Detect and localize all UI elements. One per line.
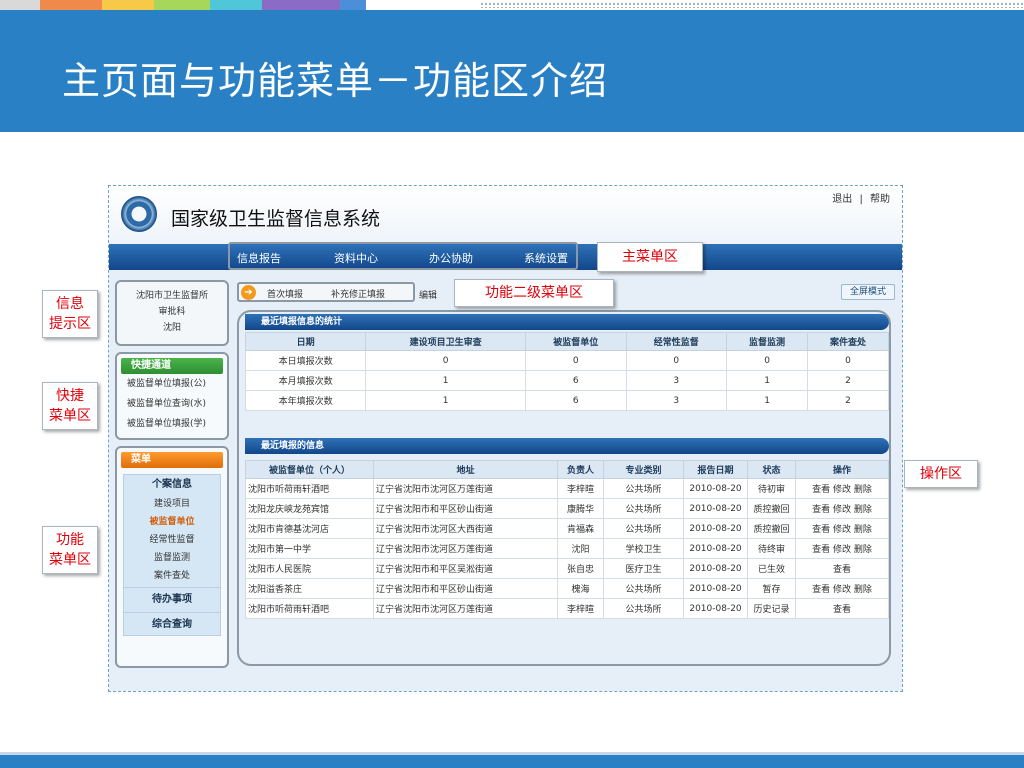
link-separator: |: [859, 194, 863, 205]
quick-item-3[interactable]: 被监督单位填报(学): [117, 414, 227, 434]
callout-info: 信息 提示区: [42, 290, 98, 338]
menu-group-case-info[interactable]: 个案信息: [124, 475, 220, 495]
dot-pattern: [480, 2, 1024, 8]
stripe-4: [154, 0, 210, 10]
menu-divider: [124, 587, 220, 588]
menu-group-query[interactable]: 综合查询: [124, 615, 220, 635]
stripe-2: [40, 0, 102, 10]
function-menu-title: 菜单: [121, 452, 223, 468]
info-box: 沈阳市卫生监督所 审批科 沈阳: [115, 280, 229, 346]
menu-group-todo[interactable]: 待办事项: [124, 590, 220, 610]
logout-link[interactable]: 退出: [832, 194, 852, 205]
app-header: 国家级卫生监督信息系统 退出 | 帮助: [109, 186, 902, 244]
callout-main-menu: 主菜单区: [597, 242, 703, 272]
app-body: 沈阳市卫生监督所 审批科 沈阳 快捷通道 被监督单位填报(公) 被监督单位查询(…: [109, 270, 902, 691]
callout-sub-menu: 功能二级菜单区: [454, 279, 614, 307]
callout-op: 操作区: [904, 460, 978, 488]
menu-item-construction[interactable]: 建设项目: [124, 495, 220, 513]
sub-menu-first-report[interactable]: 首次填报: [267, 287, 303, 300]
main-menu-office[interactable]: 办公协助: [429, 250, 473, 266]
menu-item-monitoring[interactable]: 监督监测: [124, 549, 220, 567]
callout-quick: 快捷 菜单区: [42, 382, 98, 430]
top-stripe-bar: [0, 0, 1024, 10]
stripe-3: [102, 0, 154, 10]
callout-func: 功能 菜单区: [42, 526, 98, 574]
emblem-icon: [121, 196, 157, 232]
menu-divider: [124, 612, 220, 613]
slide-bottom-bar: [0, 752, 1024, 768]
main-menu-settings[interactable]: 系统设置: [524, 250, 568, 266]
stripe-7: [340, 0, 366, 10]
slide-title: 主页面与功能菜单－功能区介绍: [62, 59, 609, 103]
function-menu-list: 个案信息 建设项目 被监督单位 经常性监督 监督监测 案件查处 待办事项 综合查…: [123, 474, 221, 636]
fullscreen-button[interactable]: 全屏模式: [841, 284, 895, 300]
arrow-right-icon: ➔: [241, 285, 256, 300]
info-dept: 审批科: [158, 307, 186, 317]
help-link[interactable]: 帮助: [870, 194, 890, 205]
function-menu: 菜单 个案信息 建设项目 被监督单位 经常性监督 监督监测 案件查处 待办事项 …: [115, 446, 229, 668]
top-links: 退出 | 帮助: [828, 190, 890, 205]
sub-menu-edit[interactable]: 编辑: [419, 288, 437, 301]
sub-menu-bar: ➔ 首次填报 补充修正填报: [237, 282, 415, 302]
quick-item-2[interactable]: 被监督单位查询(水): [117, 394, 227, 414]
menu-item-routine[interactable]: 经常性监督: [124, 531, 220, 549]
sub-menu-supplement[interactable]: 补充修正填报: [331, 287, 385, 300]
info-city: 沈阳: [162, 323, 181, 333]
quick-menu: 快捷通道 被监督单位填报(公) 被监督单位查询(水) 被监督单位填报(学): [115, 352, 229, 440]
menu-item-supervised-unit[interactable]: 被监督单位: [124, 513, 220, 531]
operation-area-highlight: [237, 310, 891, 666]
main-menu-info-report[interactable]: 信息报告: [237, 250, 281, 266]
stripe-1: [0, 0, 40, 10]
menu-item-cases[interactable]: 案件查处: [124, 567, 220, 585]
main-menu-resources[interactable]: 资料中心: [334, 250, 378, 266]
app-screenshot: 国家级卫生监督信息系统 退出 | 帮助 信息报告 资料中心 办公协助 系统设置 …: [108, 185, 903, 692]
system-title: 国家级卫生监督信息系统: [171, 208, 381, 230]
main-menu-bar: 信息报告 资料中心 办公协助 系统设置: [109, 242, 902, 270]
quick-item-1[interactable]: 被监督单位填报(公): [117, 374, 227, 394]
stripe-6: [262, 0, 340, 10]
stripe-5: [210, 0, 262, 10]
info-org: 沈阳市卫生监督所: [135, 291, 208, 301]
quick-menu-title: 快捷通道: [121, 358, 223, 374]
